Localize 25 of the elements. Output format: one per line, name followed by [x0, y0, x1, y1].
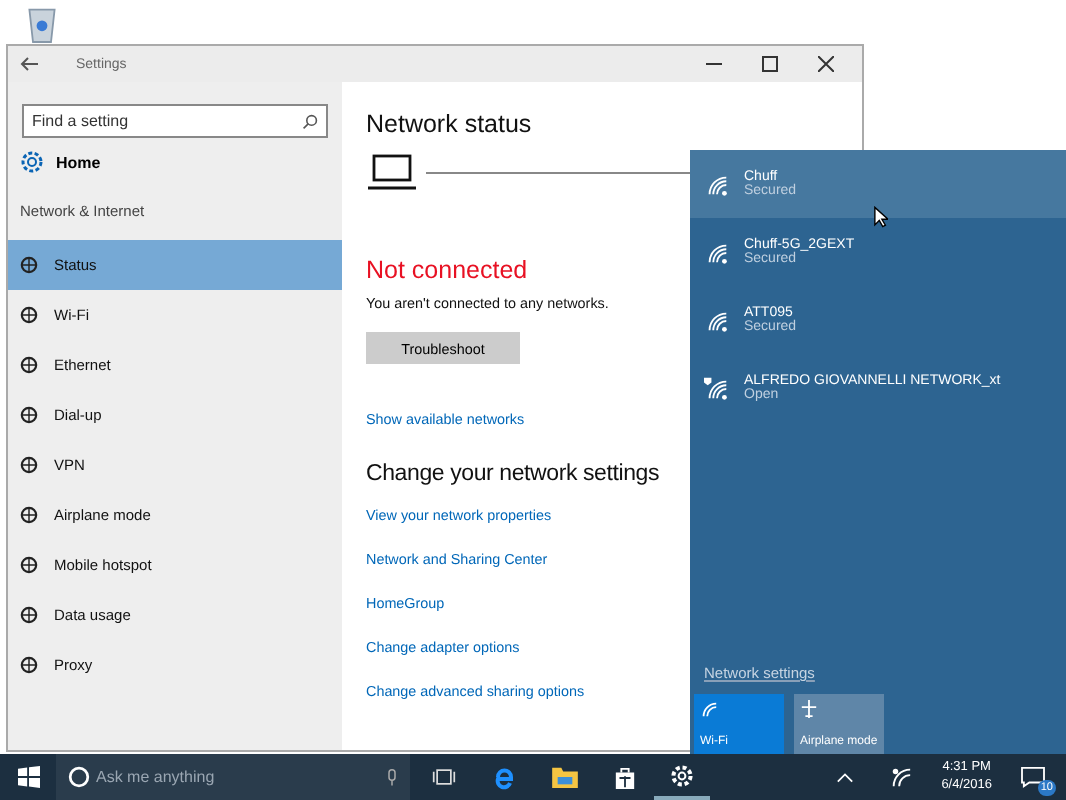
folder-icon[interactable]: [552, 766, 578, 788]
gear-icon: [20, 150, 44, 174]
back-arrow-icon[interactable]: [20, 56, 40, 72]
wifi-warning-icon: [704, 375, 730, 401]
maximize-icon[interactable]: [762, 56, 778, 72]
cortana-search-field[interactable]: Ask me anything: [56, 754, 410, 800]
cortana-search-input[interactable]: Ask me anything: [96, 768, 380, 786]
mouse-cursor-icon: [874, 206, 888, 228]
store-bag-icon[interactable]: [614, 765, 636, 789]
windows-logo-icon[interactable]: [18, 766, 40, 788]
search-input[interactable]: Find a setting: [32, 112, 302, 130]
browser-e-icon[interactable]: [492, 765, 516, 789]
close-icon[interactable]: [818, 56, 834, 72]
section-heading: Change your network settings: [366, 462, 660, 486]
task-view-icon[interactable]: [432, 768, 456, 786]
chevron-up-icon[interactable]: [835, 771, 854, 783]
gear-icon[interactable]: [670, 763, 694, 787]
page-heading: Network status: [366, 110, 532, 138]
home-link[interactable]: Home: [56, 153, 101, 171]
microphone-icon: [386, 767, 398, 787]
connection-status: Not connected: [366, 256, 528, 284]
laptop-icon: [366, 154, 418, 190]
search-field[interactable]: Find a setting: [22, 104, 328, 138]
search-icon: [302, 113, 318, 129]
circle-icon: [68, 766, 90, 788]
